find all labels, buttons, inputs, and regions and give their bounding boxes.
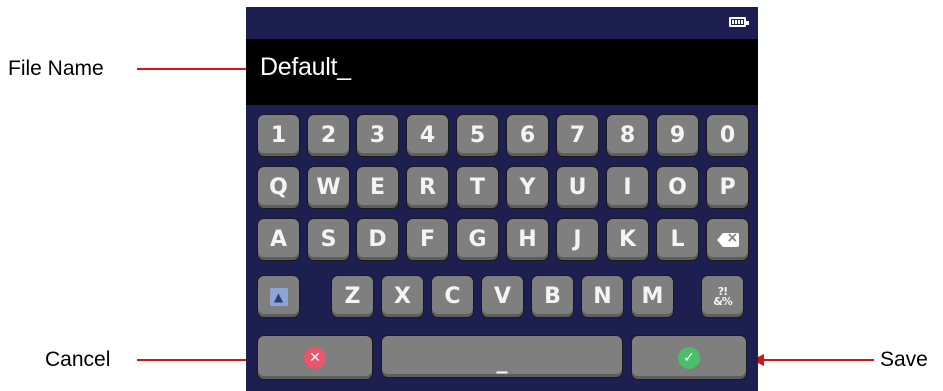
space-key[interactable]: _ (381, 335, 623, 378)
save-button[interactable]: ✓ (631, 335, 747, 380)
key-7[interactable]: 7 (556, 114, 599, 157)
key-g[interactable]: G (456, 218, 499, 261)
key-x[interactable]: X (381, 275, 424, 318)
key-o[interactable]: O (656, 166, 699, 209)
key-p[interactable]: P (706, 166, 749, 209)
key-u[interactable]: U (556, 166, 599, 209)
key-b[interactable]: B (531, 275, 574, 318)
status-bar (246, 7, 758, 39)
file-name-field[interactable]: Default_ (246, 39, 758, 105)
file-name-callout-label: File Name (8, 57, 104, 80)
key-9[interactable]: 9 (656, 114, 699, 157)
key-4[interactable]: 4 (406, 114, 449, 157)
key-v[interactable]: V (481, 275, 524, 318)
key-8[interactable]: 8 (606, 114, 649, 157)
key-k[interactable]: K (606, 218, 649, 261)
key-j[interactable]: J (556, 218, 599, 261)
key-l[interactable]: L (656, 218, 699, 261)
key-h[interactable]: H (506, 218, 549, 261)
key-t[interactable]: T (456, 166, 499, 209)
key-5[interactable]: 5 (456, 114, 499, 157)
key-0[interactable]: 0 (706, 114, 749, 157)
save-callout-line (764, 359, 874, 361)
key-d[interactable]: D (356, 218, 399, 261)
key-z[interactable]: Z (331, 275, 374, 318)
battery-full-icon (729, 17, 749, 27)
key-c[interactable]: C (431, 275, 474, 318)
key-e[interactable]: E (356, 166, 399, 209)
key-6[interactable]: 6 (506, 114, 549, 157)
key-r[interactable]: R (406, 166, 449, 209)
key-2[interactable]: 2 (307, 114, 350, 157)
key-s[interactable]: S (307, 218, 350, 261)
save-callout-label: Save (880, 348, 928, 371)
cancel-callout-line (137, 359, 249, 361)
key-1[interactable]: 1 (257, 114, 300, 157)
key-a[interactable]: A (257, 218, 300, 261)
shift-key[interactable]: ▲ (257, 275, 300, 318)
check-icon: ✓ (678, 346, 700, 369)
file-name-value: Default_ (260, 53, 351, 81)
cancel-x-icon: ✕ (304, 346, 326, 369)
key-m[interactable]: M (631, 275, 674, 318)
symbols-key-label: ?!&% (713, 284, 733, 308)
backspace-key[interactable]: × (706, 218, 749, 261)
key-w[interactable]: W (307, 166, 350, 209)
symbols-key[interactable]: ?!&% (701, 275, 744, 318)
backspace-icon: × (716, 230, 739, 247)
key-3[interactable]: 3 (356, 114, 399, 157)
device-screen: Default_ 1 2 3 4 5 6 7 8 9 0 Q W E R T Y… (246, 7, 758, 391)
key-n[interactable]: N (581, 275, 624, 318)
key-q[interactable]: Q (257, 166, 300, 209)
key-i[interactable]: I (606, 166, 649, 209)
shift-icon: ▲ (269, 287, 288, 306)
file-name-callout-line (137, 68, 247, 70)
key-f[interactable]: F (406, 218, 449, 261)
cancel-callout-label: Cancel (45, 348, 111, 371)
space-key-label: _ (496, 349, 508, 374)
cancel-button[interactable]: ✕ (257, 335, 373, 380)
key-y[interactable]: Y (506, 166, 549, 209)
